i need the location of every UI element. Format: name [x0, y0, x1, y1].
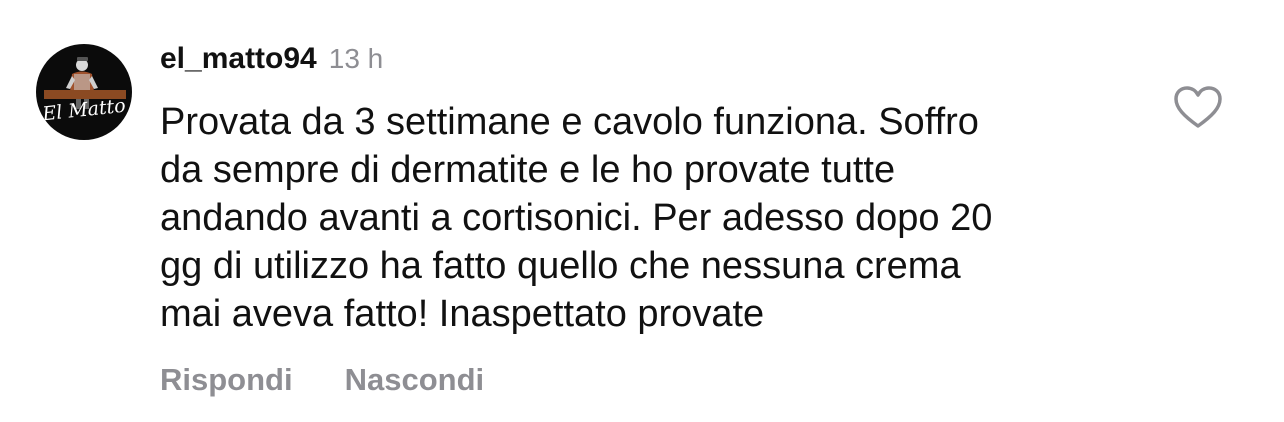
like-button[interactable] [1172, 84, 1224, 130]
comment-item: El Matto el_matto94 13 h Provata da 3 se… [0, 0, 1284, 422]
comment-header: el_matto94 13 h [160, 42, 383, 82]
reply-button[interactable]: Rispondi [160, 362, 293, 398]
el-matto-logo: El Matto [40, 57, 127, 126]
logo-text: El Matto [40, 95, 126, 126]
heart-outline-icon [1174, 86, 1222, 128]
comment-text: Provata da 3 settimane e cavolo funziona… [160, 101, 993, 335]
timestamp: 13 h [328, 43, 384, 74]
hide-button[interactable]: Nascondi [345, 362, 485, 398]
username[interactable]: el_matto94 [160, 42, 317, 76]
avatar[interactable]: El Matto [36, 44, 132, 140]
comment-actions: Rispondi Nascondi [160, 362, 484, 398]
